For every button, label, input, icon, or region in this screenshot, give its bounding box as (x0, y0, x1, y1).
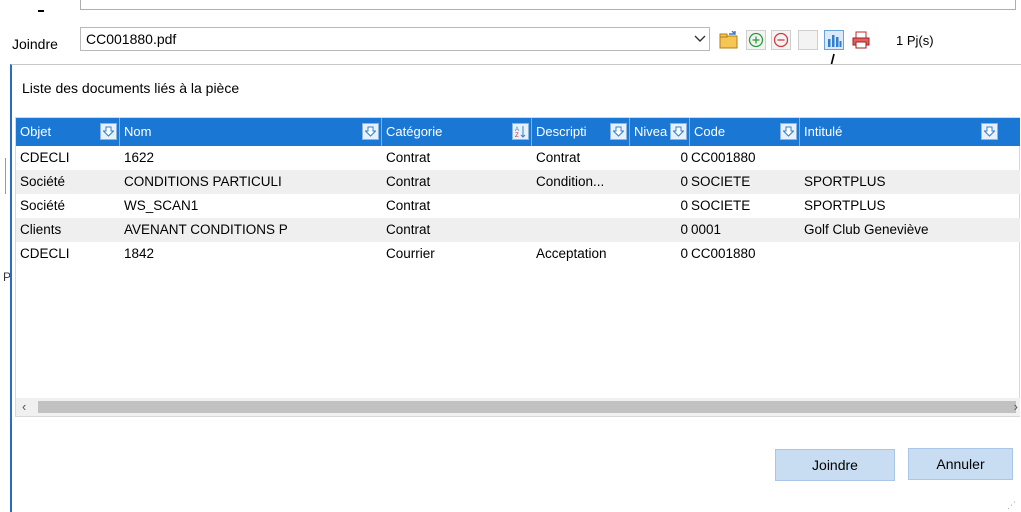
filter-arrow-icon[interactable] (610, 123, 627, 140)
cell-categorie: Contrat (386, 150, 431, 165)
top-field[interactable] (80, 0, 1016, 10)
column-header-niveau[interactable]: Nivea (630, 118, 690, 146)
cell-description (532, 218, 630, 242)
minus-circle-icon (773, 32, 789, 48)
filter-arrow-icon[interactable] (981, 123, 998, 140)
scroll-left-icon[interactable]: ‹ (22, 399, 26, 414)
cell-description: Acceptation (536, 246, 607, 261)
cell-code: CC001880 (691, 246, 756, 261)
bar-chart-icon (828, 35, 842, 47)
cell-code: SOCIETE (691, 174, 751, 189)
attachments-count: 1 Pj(s) (896, 33, 934, 48)
cell-nom: CONDITIONS PARTICULI (124, 174, 282, 189)
cell-code: SOCIETE (691, 198, 751, 213)
cell-nom: WS_SCAN1 (124, 198, 199, 213)
cell-description (532, 194, 630, 218)
dialog-title: Liste des documents liés à la pièce (22, 80, 240, 96)
cell-nom: 1622 (124, 150, 155, 165)
svg-text:Z: Z (515, 133, 519, 138)
scroll-right-icon[interactable]: › (1014, 399, 1018, 414)
plus-circle-icon (748, 32, 764, 48)
horizontal-scrollbar[interactable]: ‹ › (16, 398, 1020, 416)
table-row[interactable]: CDECLI 1842 Courrier Acceptation 0 CC001… (16, 242, 1020, 266)
filter-arrow-icon[interactable] (362, 123, 379, 140)
print-button[interactable] (851, 30, 871, 50)
cell-objet: Société (20, 174, 66, 189)
cell-objet: CDECLI (20, 246, 70, 261)
documents-grid: Objet Nom Catégorie AZ Descripti Nivea C… (15, 117, 1020, 417)
sort-az-icon[interactable]: AZ (512, 123, 529, 140)
filter-arrow-icon[interactable] (670, 123, 687, 140)
cell-intitule: Golf Club Geneviève (804, 222, 929, 237)
table-row[interactable]: CDECLI 1622 Contrat Contrat 0 CC001880 (16, 146, 1020, 170)
cell-niveau: 0 (680, 174, 688, 189)
linked-documents-button[interactable] (824, 30, 844, 50)
annuler-button[interactable]: Annuler (908, 448, 1013, 480)
table-row[interactable]: Clients AVENANT CONDITIONS P Contrat 0 0… (16, 218, 1020, 242)
printer-icon (852, 31, 870, 49)
blank-button[interactable] (798, 30, 818, 50)
cell-description: Contrat (536, 150, 581, 165)
grid-body: CDECLI 1622 Contrat Contrat 0 CC001880 S… (16, 146, 1020, 266)
cell-niveau: 0 (680, 246, 688, 261)
add-button[interactable] (746, 30, 766, 50)
cell-objet: Clients (20, 222, 62, 237)
folder-icon (719, 31, 738, 49)
cell-code: 0001 (691, 222, 722, 237)
cell-intitule (800, 242, 1020, 266)
cell-objet: CDECLI (20, 150, 70, 165)
remove-button[interactable] (771, 30, 791, 50)
chevron-down-icon[interactable] (694, 32, 706, 44)
filter-arrow-icon[interactable] (780, 123, 797, 140)
joindre-button[interactable]: Joindre (775, 449, 895, 481)
cell-niveau: 0 (680, 150, 688, 165)
filter-arrow-icon[interactable] (100, 123, 117, 140)
column-header-intitule[interactable]: Intitulé (800, 118, 1000, 146)
file-select[interactable]: CC001880.pdf (80, 27, 710, 51)
cell-description: Condition... (536, 174, 605, 189)
table-row[interactable]: Société CONDITIONS PARTICULI Contrat Con… (16, 170, 1020, 194)
cell-categorie: Courrier (386, 246, 435, 261)
column-header-objet[interactable]: Objet (16, 118, 120, 146)
column-header-categorie[interactable]: Catégorie AZ (382, 118, 532, 146)
cell-nom: AVENANT CONDITIONS P (124, 222, 288, 237)
scrollbar-thumb[interactable] (38, 401, 1016, 413)
top-dash (38, 10, 44, 12)
cell-niveau: 0 (680, 198, 688, 213)
cell-intitule: SPORTPLUS (804, 174, 886, 189)
resize-grip-icon[interactable]: ⋰ (1007, 500, 1017, 510)
left-edge-control (5, 158, 9, 194)
column-header-code[interactable]: Code (690, 118, 800, 146)
table-row[interactable]: Société WS_SCAN1 Contrat 0 SOCIETE SPORT… (16, 194, 1020, 218)
cell-nom: 1842 (124, 246, 155, 261)
joindre-label: Joindre (12, 36, 58, 52)
cell-intitule (800, 146, 1020, 170)
cell-categorie: Contrat (386, 222, 431, 237)
cell-categorie: Contrat (386, 198, 431, 213)
cell-categorie: Contrat (386, 174, 431, 189)
linked-documents-dialog: Liste des documents liés à la pièce Obje… (10, 64, 1021, 512)
cell-objet: Société (20, 198, 66, 213)
column-header-nom[interactable]: Nom (120, 118, 382, 146)
cell-niveau: 0 (680, 222, 688, 237)
cell-code: CC001880 (691, 150, 756, 165)
grid-header: Objet Nom Catégorie AZ Descripti Nivea C… (16, 118, 1020, 146)
column-header-description[interactable]: Descripti (532, 118, 630, 146)
open-folder-button[interactable] (719, 30, 739, 50)
file-select-value: CC001880.pdf (86, 31, 177, 47)
cell-intitule: SPORTPLUS (804, 198, 886, 213)
